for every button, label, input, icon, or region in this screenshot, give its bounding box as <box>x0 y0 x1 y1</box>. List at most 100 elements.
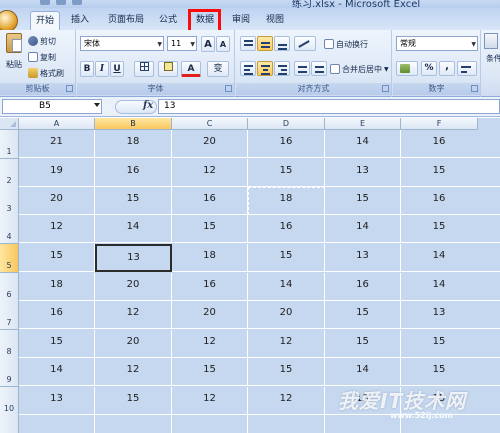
grid-cell[interactable]: 12 <box>172 330 248 358</box>
grid-cell[interactable]: 15 <box>172 358 248 386</box>
grid-cell[interactable] <box>401 415 500 433</box>
save-icon[interactable] <box>40 0 50 5</box>
grid-cell[interactable]: 15 <box>401 159 500 187</box>
grid-cell[interactable]: 18 <box>19 273 95 301</box>
grid-cell[interactable]: 15 <box>401 387 500 415</box>
grid-cell[interactable]: 16 <box>401 187 500 215</box>
grid-cell[interactable]: 16 <box>19 301 95 329</box>
grid-cell[interactable]: 15 <box>95 387 172 415</box>
grid-cell[interactable]: 15 <box>401 215 500 243</box>
grid-cell[interactable]: 15 <box>325 301 401 329</box>
grid-cell[interactable]: 14 <box>325 130 401 158</box>
grid-cell[interactable]: 18 <box>95 130 172 158</box>
tab-page-layout[interactable]: 页面布局 <box>102 11 150 30</box>
insert-function-icon[interactable]: fx <box>143 100 153 111</box>
grid-cell[interactable] <box>95 415 172 433</box>
grid-cell[interactable]: 20 <box>172 130 248 158</box>
grid-cell[interactable]: 15 <box>325 330 401 358</box>
grid-cell[interactable]: 13 <box>325 159 401 187</box>
grid-cell[interactable]: 14 <box>19 358 95 386</box>
align-bottom-button[interactable] <box>274 36 290 51</box>
grid-cell[interactable]: 14 <box>401 244 500 272</box>
cut-button[interactable]: 剪切 <box>28 33 56 49</box>
dialog-launcher-icon[interactable] <box>471 85 478 92</box>
align-top-button[interactable] <box>240 36 256 51</box>
grid-cell[interactable]: 15 <box>172 215 248 243</box>
tab-review[interactable]: 审阅 <box>227 11 255 30</box>
grid-cell[interactable]: 14 <box>325 215 401 243</box>
worksheet-grid[interactable]: ABCDEF 1 2 3 4 5 6 7 8 9 10 21 18 20 16 14 16 19 16 12 15 1… <box>0 118 500 433</box>
format-painter-button[interactable]: 格式刷 <box>28 65 64 81</box>
align-middle-button[interactable] <box>257 36 273 51</box>
undo-icon[interactable] <box>56 0 66 5</box>
dialog-launcher-icon[interactable] <box>225 85 232 92</box>
active-cell[interactable]: 13 <box>95 244 172 272</box>
comma-style-button[interactable]: , <box>439 61 455 76</box>
formula-input[interactable]: 13 <box>158 99 500 114</box>
row-header[interactable]: 6 <box>0 273 19 302</box>
grid-cell[interactable]: 12 <box>248 387 325 415</box>
grid-cell[interactable]: 12 <box>172 159 248 187</box>
grid-cell[interactable]: 15 <box>325 187 401 215</box>
grid-cell[interactable]: 13 <box>19 387 95 415</box>
grid-cell[interactable]: 21 <box>19 130 95 158</box>
column-header-f[interactable]: F <box>401 118 478 130</box>
grid-cell[interactable]: 16 <box>248 215 325 243</box>
merge-center-button[interactable]: 合并后居中 ▼ <box>330 61 389 77</box>
grid-cell[interactable]: 12 <box>95 358 172 386</box>
grid-cell[interactable]: 14 <box>401 273 500 301</box>
tab-view[interactable]: 视图 <box>260 11 290 30</box>
phonetic-guide-button[interactable]: 变 <box>207 61 229 77</box>
dialog-launcher-icon[interactable] <box>66 85 73 92</box>
percent-style-button[interactable]: % <box>421 61 437 76</box>
dialog-launcher-icon[interactable] <box>382 85 389 92</box>
grid-cell[interactable]: 15 <box>19 330 95 358</box>
grid-cell[interactable] <box>248 415 325 433</box>
quick-access-toolbar[interactable] <box>40 0 100 7</box>
shrink-font-button[interactable]: A <box>216 36 230 52</box>
italic-button[interactable]: I <box>95 61 109 77</box>
row-header[interactable]: 2 <box>0 159 19 188</box>
grid-cell[interactable]: 12 <box>248 330 325 358</box>
grid-cell[interactable]: 16 <box>172 187 248 215</box>
redo-icon[interactable] <box>72 0 82 5</box>
wrap-text-button[interactable]: 自动换行 <box>324 36 368 52</box>
office-button[interactable] <box>0 10 18 32</box>
grid-cell[interactable]: 15 <box>248 358 325 386</box>
row-header[interactable]: 4 <box>0 215 19 244</box>
grid-cell[interactable] <box>172 415 248 433</box>
grid-cell[interactable]: 14 <box>248 273 325 301</box>
tab-insert[interactable]: 插入 <box>65 11 95 30</box>
name-box[interactable]: B5 <box>2 99 102 114</box>
grid-cell[interactable]: 20 <box>95 330 172 358</box>
grid-cell[interactable]: 12 <box>95 301 172 329</box>
grid-cell[interactable]: 14 <box>325 358 401 386</box>
grid-cell[interactable]: 16 <box>248 130 325 158</box>
grid-cell[interactable]: 18 <box>248 187 325 215</box>
tab-home[interactable]: 开始 <box>30 11 60 30</box>
chevron-down-icon[interactable] <box>94 103 100 107</box>
grid-cell[interactable]: 14 <box>95 215 172 243</box>
grid-cell[interactable] <box>19 415 95 433</box>
grow-font-button[interactable]: A <box>201 36 215 52</box>
fill-color-button[interactable] <box>158 61 178 77</box>
increase-decimal-button[interactable] <box>457 61 477 76</box>
row-header[interactable]: 9 <box>0 358 19 387</box>
grid-cell[interactable]: 16 <box>325 273 401 301</box>
column-header-a[interactable]: A <box>19 118 95 130</box>
row-header[interactable]: 8 <box>0 330 19 359</box>
paste-button[interactable]: 粘贴 <box>3 33 25 81</box>
orientation-button[interactable] <box>294 36 316 51</box>
row-header[interactable]: 1 <box>0 130 19 159</box>
grid-cell[interactable]: 15 <box>95 187 172 215</box>
row-header[interactable]: 7 <box>0 301 19 330</box>
grid-cell[interactable]: 15 <box>401 330 500 358</box>
row-header[interactable]: 5 <box>0 244 19 273</box>
grid-cell[interactable]: 15 <box>248 159 325 187</box>
grid-cell[interactable]: 13 <box>325 387 401 415</box>
grid-cell[interactable]: 16 <box>401 130 500 158</box>
conditional-format-button[interactable]: 条件 <box>484 33 500 73</box>
grid-cell[interactable] <box>325 415 401 433</box>
grid-cell[interactable]: 12 <box>172 387 248 415</box>
column-header-c[interactable]: C <box>172 118 248 130</box>
